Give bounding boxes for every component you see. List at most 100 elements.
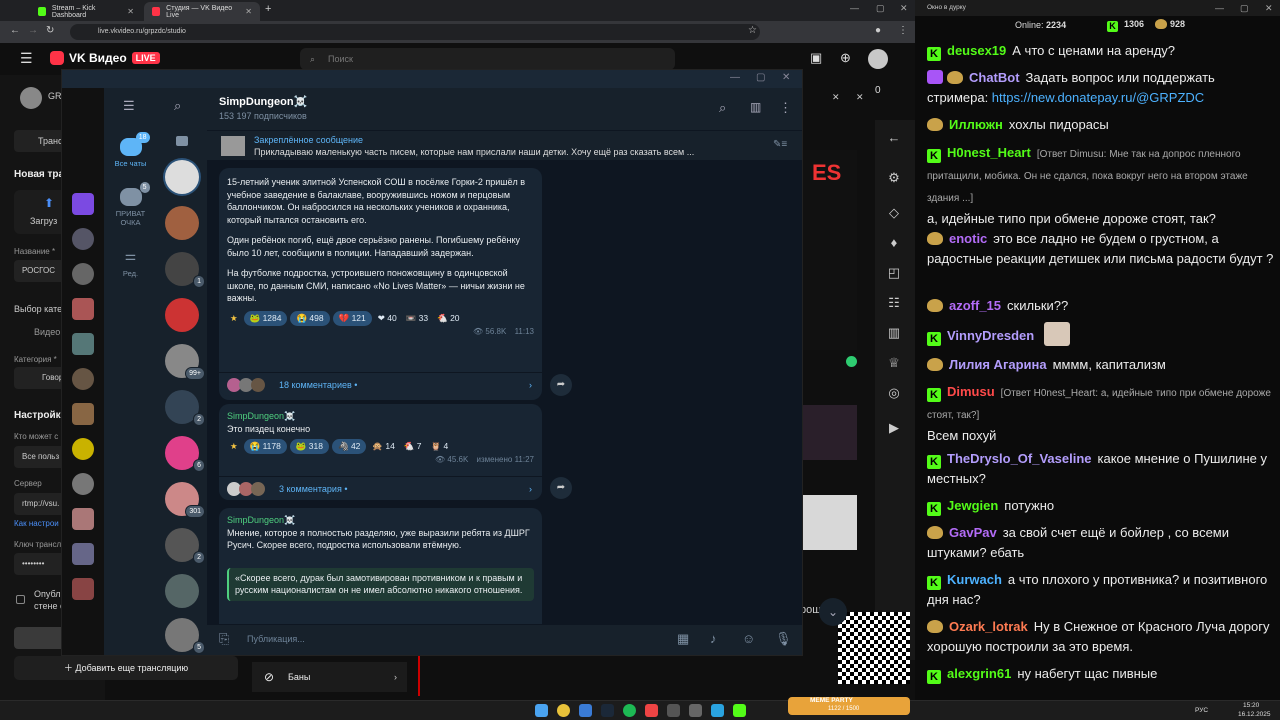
- kick-icon[interactable]: [733, 704, 746, 717]
- url-field[interactable]: live.vkvideo.ru/grpzdc/studio: [70, 24, 760, 40]
- video-thumbnail[interactable]: [802, 405, 857, 460]
- pinned-message[interactable]: Закреплённое сообщение Прикладываю мален…: [207, 130, 802, 160]
- gear-icon[interactable]: ⚙: [885, 170, 903, 188]
- menu-dots-icon[interactable]: ⋮: [898, 25, 908, 36]
- avatar[interactable]: [72, 298, 94, 320]
- scroll-down-button[interactable]: ⌄: [819, 598, 847, 626]
- reaction[interactable]: ❤ 40: [375, 311, 400, 326]
- hamburger-icon[interactable]: ☰: [20, 50, 33, 67]
- steam-icon[interactable]: [601, 704, 614, 717]
- chat-avatar[interactable]: 1: [165, 252, 205, 288]
- chat-avatar[interactable]: 99+: [165, 344, 205, 380]
- close-icon[interactable]: ✕: [782, 72, 790, 83]
- search-icon[interactable]: ⌕: [719, 100, 726, 116]
- reaction[interactable]: 📼 33: [403, 311, 431, 326]
- share-icon[interactable]: ➦: [550, 374, 572, 396]
- chat-username[interactable]: Kurwach: [947, 572, 1002, 587]
- reaction[interactable]: ★: [227, 439, 241, 454]
- avatar[interactable]: [72, 368, 94, 390]
- reaction[interactable]: 💔 121: [332, 310, 372, 326]
- chat-username[interactable]: Ozark_lotrak: [949, 619, 1028, 634]
- reaction[interactable]: 🦉 4: [428, 439, 452, 454]
- chat-username[interactable]: H0nest_Heart: [947, 145, 1031, 160]
- stats-icon[interactable]: ▥: [885, 325, 903, 343]
- maximize-icon[interactable]: ▢: [756, 72, 765, 83]
- tab-kick-dashboard[interactable]: Stream – Kick Dashboard ✕: [30, 2, 142, 21]
- windows-start-icon[interactable]: [535, 704, 548, 717]
- search-input[interactable]: ⌕ Поиск: [300, 48, 675, 70]
- minimize-icon[interactable]: —: [1215, 0, 1224, 16]
- minimize-icon[interactable]: —: [850, 3, 859, 13]
- back-icon[interactable]: ←: [10, 25, 20, 36]
- reload-icon[interactable]: ↻: [46, 25, 54, 36]
- chrome-icon[interactable]: [557, 704, 570, 717]
- comments-bar[interactable]: 3 комментария • ›: [219, 476, 542, 500]
- emoji-icon[interactable]: ☺: [742, 631, 755, 646]
- close-icon[interactable]: ✕: [1265, 0, 1273, 16]
- chat-username[interactable]: VinnyDresden: [947, 328, 1034, 343]
- avatar[interactable]: [72, 228, 94, 250]
- bookmark-star-icon[interactable]: ☆: [748, 25, 757, 36]
- reaction[interactable]: 🐸 318: [289, 439, 329, 454]
- chat-username[interactable]: Dimusu: [947, 384, 995, 399]
- chat-avatar[interactable]: 2: [165, 528, 205, 564]
- close-icon[interactable]: ✕: [127, 7, 134, 16]
- bans-item[interactable]: ⊘ Баны ›: [252, 662, 407, 692]
- diamond-icon[interactable]: ◇: [885, 205, 903, 223]
- chat-username[interactable]: GavPav: [949, 525, 997, 540]
- message-input[interactable]: Публикация...: [247, 634, 305, 644]
- reaction[interactable]: 🦓 42: [332, 439, 367, 454]
- channel-header[interactable]: SimpDungeon☠️ 153 197 подписчиков ⌕ ▥ ⋮: [207, 88, 802, 130]
- video-thumbnail[interactable]: [802, 495, 857, 550]
- chat-username[interactable]: Лилия Агарина: [949, 357, 1047, 372]
- chat-avatar[interactable]: [165, 298, 199, 332]
- profile-icon[interactable]: ●: [875, 25, 881, 36]
- chat-username[interactable]: Иллюжн: [949, 117, 1003, 132]
- folder-private[interactable]: 5 ПРИВАТ ОЧКА: [104, 182, 157, 227]
- reaction[interactable]: 🙊 14: [369, 439, 397, 454]
- list-icon[interactable]: ☷: [885, 295, 903, 313]
- avatar[interactable]: [72, 543, 94, 565]
- spotify-icon[interactable]: [623, 704, 636, 717]
- language-indicator[interactable]: РУС: [1195, 707, 1208, 714]
- close-icon[interactable]: ✕: [832, 92, 840, 103]
- maximize-icon[interactable]: ▢: [1240, 0, 1249, 16]
- add-icon[interactable]: ⊕: [840, 50, 851, 66]
- avatar[interactable]: [72, 508, 94, 530]
- add-stream-button[interactable]: ＋ Добавить еще трансляцию: [14, 656, 238, 680]
- close-icon[interactable]: ✕: [856, 92, 864, 103]
- meme-party-widget[interactable]: MEME PARTY 1122 / 1500: [788, 697, 910, 715]
- app-icon[interactable]: [579, 704, 592, 717]
- chat-avatar[interactable]: [165, 574, 199, 608]
- share-icon[interactable]: ➦: [550, 477, 572, 499]
- avatar[interactable]: [72, 578, 94, 600]
- comments-link[interactable]: 3 комментария • ›: [219, 476, 542, 500]
- close-icon[interactable]: ✕: [245, 7, 252, 16]
- chat-username[interactable]: TheDryslo_Of_Vaseline: [947, 451, 1092, 466]
- reaction[interactable]: 😭 1178: [243, 439, 287, 454]
- reaction[interactable]: 🐔 20: [434, 311, 462, 326]
- heart-app-icon[interactable]: [72, 193, 94, 215]
- avatar[interactable]: [72, 333, 94, 355]
- reaction[interactable]: 🐸 1284: [243, 310, 288, 326]
- new-tab-button[interactable]: +: [265, 3, 271, 15]
- minimize-icon[interactable]: —: [730, 72, 740, 83]
- comments-link[interactable]: 18 комментариев • ›: [219, 372, 542, 396]
- bell-icon[interactable]: ♪: [710, 631, 717, 646]
- chat-avatar[interactable]: 2: [165, 390, 205, 426]
- chat-username[interactable]: alexgrin61: [947, 666, 1011, 681]
- game-icon[interactable]: ◰: [885, 265, 903, 283]
- comments-bar[interactable]: 18 комментариев • ›: [219, 372, 542, 396]
- chat-link[interactable]: https://new.donatepay.ru/@GRPZDC: [992, 90, 1204, 105]
- sidebar-toggle-icon[interactable]: ▥: [750, 100, 761, 114]
- app-icon[interactable]: [689, 704, 702, 717]
- folder-edit[interactable]: ⚌ Ред.: [104, 248, 157, 278]
- chat-username[interactable]: azoff_15: [949, 298, 1001, 313]
- video-icon[interactable]: ▶: [885, 420, 903, 438]
- microphone-icon[interactable]: 🎙: [775, 631, 792, 647]
- avatar[interactable]: [72, 263, 94, 285]
- avatar[interactable]: [72, 438, 94, 460]
- more-icon[interactable]: ⋮: [779, 100, 792, 116]
- reaction[interactable]: ★: [227, 311, 241, 326]
- chat-username[interactable]: Jewgien: [947, 498, 998, 513]
